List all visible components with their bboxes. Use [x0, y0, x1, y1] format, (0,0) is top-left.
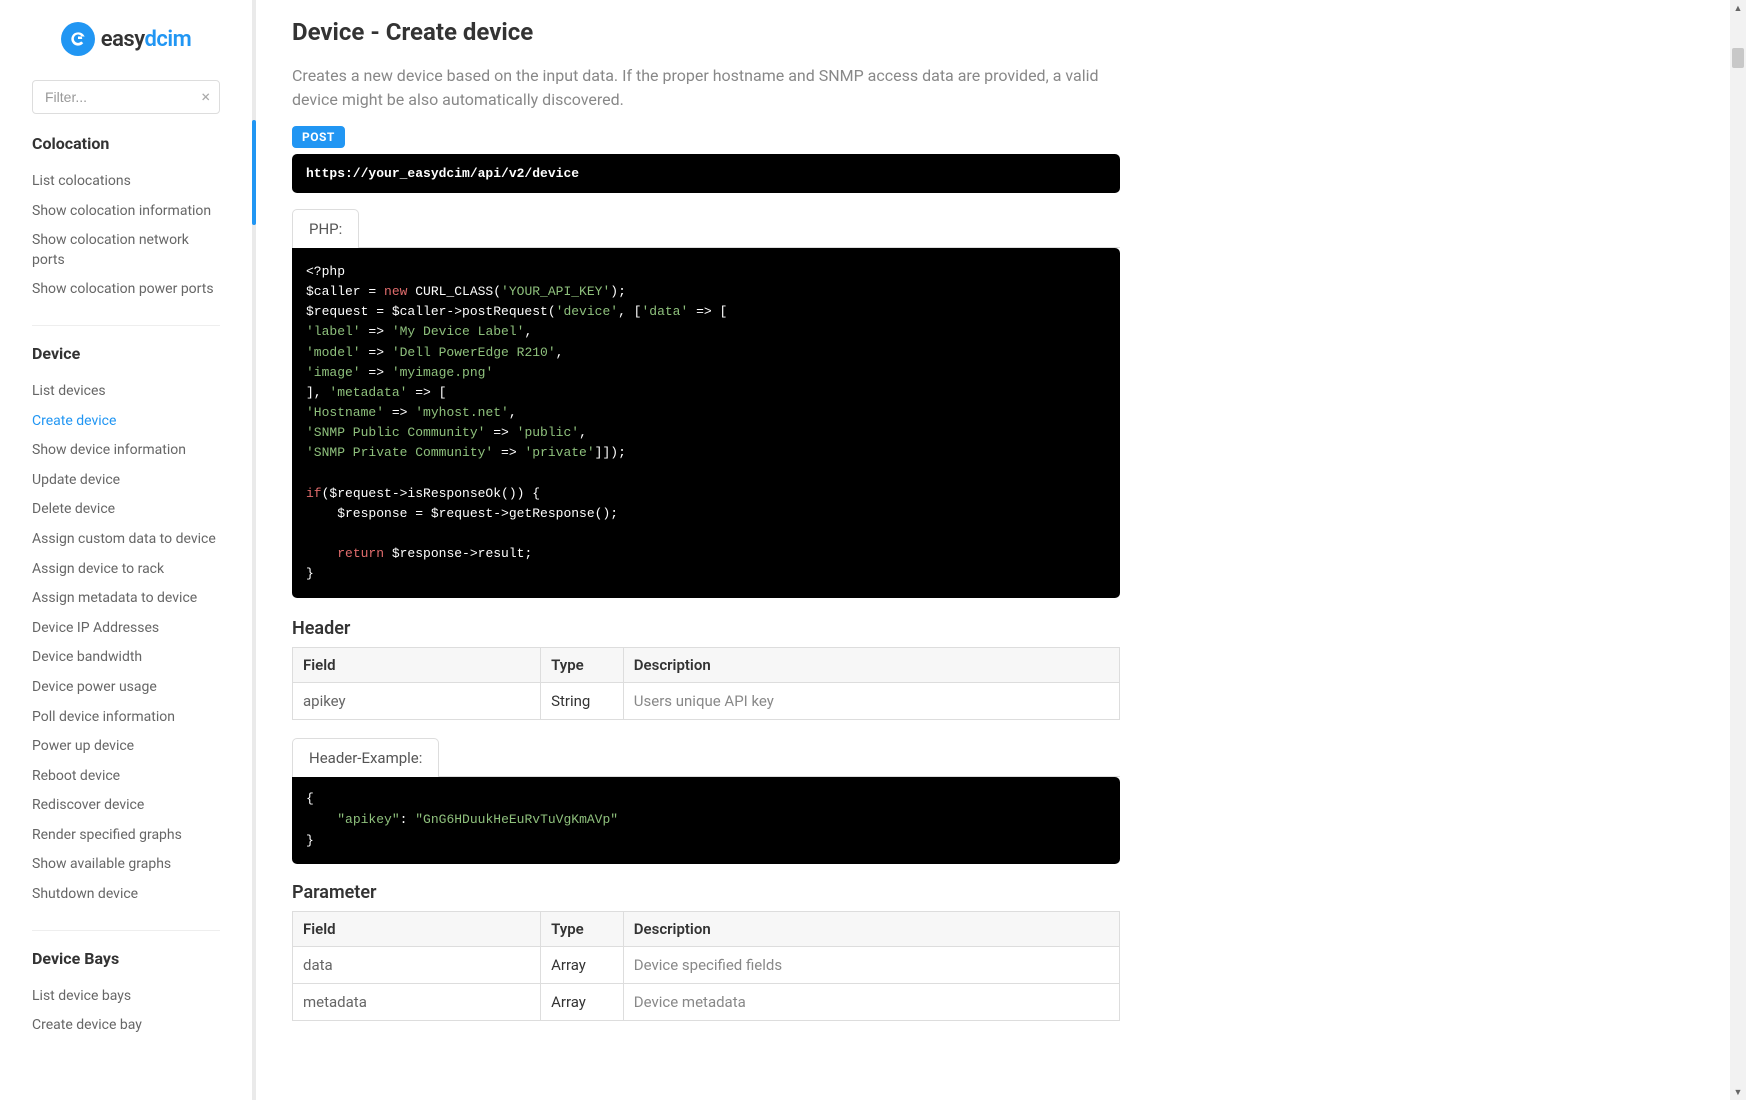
nav-item[interactable]: Assign custom data to device	[32, 525, 220, 555]
logo-text: easydcim	[101, 27, 191, 52]
scroll-down-icon[interactable]: ▼	[1730, 1084, 1746, 1100]
nav-item[interactable]: List colocations	[32, 167, 220, 197]
main-content: Device - Create device Creates a new dev…	[256, 0, 1372, 1100]
page-scroll-thumb[interactable]	[1732, 48, 1744, 68]
tab-spacer	[438, 738, 1120, 777]
header-section-title: Header	[292, 618, 1120, 639]
right-gutter: ▲ ▼	[1372, 0, 1748, 1100]
nav-item[interactable]: Show colocation information	[32, 197, 220, 227]
filter-input[interactable]	[32, 80, 220, 114]
endpoint-url: https://your_easydcim/api/v2/device	[292, 154, 1120, 193]
nav-item[interactable]: Power up device	[32, 732, 220, 762]
clear-icon[interactable]: ×	[201, 89, 210, 105]
cell-field: apikey	[293, 683, 541, 720]
nav-item[interactable]: Delete device	[32, 495, 220, 525]
nav-heading[interactable]: Device Bays	[32, 949, 220, 968]
nav-item[interactable]: Update device	[32, 466, 220, 496]
sidebar-scrollbar[interactable]	[252, 0, 256, 1100]
cell-desc: Users unique API key	[623, 683, 1119, 720]
table-row: dataArrayDevice specified fields	[293, 946, 1120, 983]
nav-item[interactable]: Create device bay	[32, 1011, 220, 1041]
filter-box: ×	[32, 80, 220, 114]
code-example: <?php $caller = new CURL_CLASS('YOUR_API…	[292, 248, 1120, 598]
nav-item[interactable]: Show available graphs	[32, 850, 220, 880]
nav-item[interactable]: Device power usage	[32, 673, 220, 703]
http-method-badge: POST	[292, 126, 345, 148]
th-type: Type	[541, 911, 624, 946]
nav-divider	[32, 930, 220, 931]
nav-item[interactable]: Show device information	[32, 436, 220, 466]
th-desc: Description	[623, 911, 1119, 946]
th-field: Field	[293, 911, 541, 946]
header-example-tab[interactable]: Header-Example:	[292, 738, 439, 777]
cell-desc: Device metadata	[623, 983, 1119, 1020]
nav-heading[interactable]: Device	[32, 344, 220, 363]
nav-item[interactable]: Reboot device	[32, 762, 220, 792]
nav-item[interactable]: Show colocation power ports	[32, 275, 220, 305]
th-field: Field	[293, 648, 541, 683]
parameter-table: Field Type Description dataArrayDevice s…	[292, 911, 1120, 1021]
nav-item[interactable]: Assign metadata to device	[32, 584, 220, 614]
scroll-up-icon[interactable]: ▲	[1730, 0, 1746, 16]
nav-item[interactable]: Create device	[32, 407, 220, 437]
nav-heading[interactable]: Colocation	[32, 134, 220, 153]
nav-divider	[32, 325, 220, 326]
nav-item[interactable]: Assign device to rack	[32, 555, 220, 585]
nav-item[interactable]: Rediscover device	[32, 791, 220, 821]
code-tab-php[interactable]: PHP:	[292, 209, 359, 248]
sidebar-scroll-thumb[interactable]	[252, 120, 256, 225]
header-table: Field Type Description apikeyStringUsers…	[292, 647, 1120, 720]
cell-type: String	[541, 683, 624, 720]
nav-item[interactable]: Poll device information	[32, 703, 220, 733]
tab-spacer	[358, 209, 1120, 248]
nav-item[interactable]: Show colocation network ports	[32, 226, 220, 275]
table-row: metadataArrayDevice metadata	[293, 983, 1120, 1020]
logo[interactable]: easydcim	[32, 18, 220, 60]
cell-desc: Device specified fields	[623, 946, 1119, 983]
sidebar: easydcim × ColocationList colocationsSho…	[0, 0, 252, 1100]
th-type: Type	[541, 648, 624, 683]
cell-type: Array	[541, 983, 624, 1020]
page-description: Creates a new device based on the input …	[292, 64, 1120, 112]
header-example-json: { "apikey": "GnG6HDuukHeEuRvTuVgKmAVp" }	[292, 777, 1120, 863]
nav-item[interactable]: Shutdown device	[32, 880, 220, 910]
th-desc: Description	[623, 648, 1119, 683]
logo-icon	[61, 22, 95, 56]
nav-item[interactable]: Device bandwidth	[32, 643, 220, 673]
nav-item[interactable]: Render specified graphs	[32, 821, 220, 851]
parameter-section-title: Parameter	[292, 882, 1120, 903]
nav-item[interactable]: List device bays	[32, 982, 220, 1012]
page-title: Device - Create device	[292, 18, 1120, 46]
nav-item[interactable]: List devices	[32, 377, 220, 407]
cell-field: data	[293, 946, 541, 983]
cell-field: metadata	[293, 983, 541, 1020]
nav-item[interactable]: Device IP Addresses	[32, 614, 220, 644]
table-row: apikeyStringUsers unique API key	[293, 683, 1120, 720]
cell-type: Array	[541, 946, 624, 983]
page-scrollbar[interactable]: ▲ ▼	[1730, 0, 1746, 1100]
